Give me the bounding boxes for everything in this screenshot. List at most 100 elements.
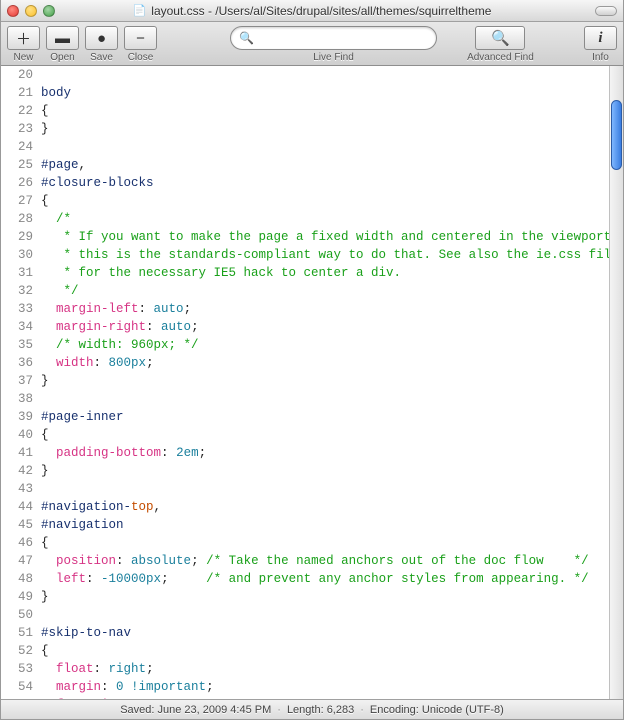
tb-group-open: ▬ Open	[46, 26, 79, 63]
tb-group-advfind: 🔍 Advanced Find	[467, 26, 534, 63]
zoom-window-button[interactable]	[43, 5, 55, 17]
code-line[interactable]: {	[41, 102, 609, 120]
new-button[interactable]: ＋	[7, 26, 40, 50]
save-label: Save	[90, 52, 113, 63]
close-window-button[interactable]	[7, 5, 19, 17]
line-number: 22	[1, 102, 33, 120]
status-sep: ·	[360, 704, 364, 716]
code-line[interactable]: #page,	[41, 156, 609, 174]
titlebar[interactable]: 📄 layout.css - /Users/al/Sites/drupal/si…	[1, 0, 623, 22]
status-bar: Saved: June 23, 2009 4:45 PM · Length: 6…	[1, 699, 623, 719]
line-number: 39	[1, 408, 33, 426]
minimize-window-button[interactable]	[25, 5, 37, 17]
line-number: 50	[1, 606, 33, 624]
code-line[interactable]: body	[41, 84, 609, 102]
plus-icon: ＋	[16, 28, 31, 49]
code-line[interactable]: }	[41, 120, 609, 138]
info-button[interactable]: i	[584, 26, 617, 50]
magnifier-icon: 🔍	[491, 29, 510, 47]
line-number: 41	[1, 444, 33, 462]
code-line[interactable]: * for the necessary IE5 hack to center a…	[41, 264, 609, 282]
code-line[interactable]: }	[41, 462, 609, 480]
code-line[interactable]: {	[41, 426, 609, 444]
code-line[interactable]: #navigation-top,	[41, 498, 609, 516]
minus-icon: −	[136, 30, 145, 47]
title-wrap: 📄 layout.css - /Users/al/Sites/drupal/si…	[1, 4, 623, 18]
code-line[interactable]: width: 800px;	[41, 354, 609, 372]
code-area[interactable]: body{}#page,#closure-blocks{ /* * If you…	[41, 66, 609, 699]
code-line[interactable]: }	[41, 372, 609, 390]
line-number: 48	[1, 570, 33, 588]
line-number: 32	[1, 282, 33, 300]
code-line[interactable]: /* width: 960px; */	[41, 336, 609, 354]
line-number: 55	[1, 696, 33, 699]
open-button[interactable]: ▬	[46, 26, 79, 50]
save-button[interactable]: ●	[85, 26, 118, 50]
line-number: 43	[1, 480, 33, 498]
editor-window: 📄 layout.css - /Users/al/Sites/drupal/si…	[0, 0, 624, 720]
line-number: 52	[1, 642, 33, 660]
line-number: 54	[1, 678, 33, 696]
code-line[interactable]: #page-inner	[41, 408, 609, 426]
line-number: 31	[1, 264, 33, 282]
code-line[interactable]: margin: 0 !important;	[41, 678, 609, 696]
status-encoding: Encoding: Unicode (UTF-8)	[370, 704, 504, 716]
code-line[interactable]	[41, 138, 609, 156]
line-number: 20	[1, 66, 33, 84]
line-number: 23	[1, 120, 33, 138]
line-number: 38	[1, 390, 33, 408]
code-line[interactable]: margin-right: auto;	[41, 318, 609, 336]
code-line[interactable]: */	[41, 282, 609, 300]
scroll-thumb[interactable]	[611, 100, 622, 170]
code-line[interactable]	[41, 390, 609, 408]
info-label: Info	[592, 52, 609, 63]
code-line[interactable]: {	[41, 642, 609, 660]
code-line[interactable]: }	[41, 588, 609, 606]
advanced-find-label: Advanced Find	[467, 52, 534, 63]
line-number: 53	[1, 660, 33, 678]
live-find-input[interactable]	[258, 31, 428, 45]
code-line[interactable]	[41, 480, 609, 498]
line-number: 45	[1, 516, 33, 534]
line-number: 21	[1, 84, 33, 102]
line-number: 29	[1, 228, 33, 246]
line-number: 36	[1, 354, 33, 372]
window-title: layout.css - /Users/al/Sites/drupal/site…	[151, 4, 491, 18]
info-icon: i	[598, 30, 602, 47]
code-line[interactable]: position: absolute; /* Take the named an…	[41, 552, 609, 570]
code-line[interactable]: #navigation	[41, 516, 609, 534]
code-line[interactable]: * this is the standards-compliant way to…	[41, 246, 609, 264]
code-line[interactable]: font-size: 0.8em;	[41, 696, 609, 699]
advanced-find-button[interactable]: 🔍	[475, 26, 525, 50]
code-line[interactable]: {	[41, 534, 609, 552]
line-number: 26	[1, 174, 33, 192]
code-line[interactable]: {	[41, 192, 609, 210]
line-number: 35	[1, 336, 33, 354]
code-line[interactable]: float: right;	[41, 660, 609, 678]
code-line[interactable]	[41, 606, 609, 624]
code-line[interactable]: padding-bottom: 2em;	[41, 444, 609, 462]
line-number: 37	[1, 372, 33, 390]
line-number: 24	[1, 138, 33, 156]
line-number: 28	[1, 210, 33, 228]
line-number: 47	[1, 552, 33, 570]
line-number: 25	[1, 156, 33, 174]
code-line[interactable]: /*	[41, 210, 609, 228]
code-line[interactable]: margin-left: auto;	[41, 300, 609, 318]
toolbar-pill-button[interactable]	[595, 6, 617, 16]
vertical-scrollbar[interactable]	[609, 66, 623, 699]
live-find-field[interactable]: 🔍	[230, 26, 437, 50]
line-number-gutter: 2021222324252627282930313233343536373839…	[1, 66, 41, 699]
code-line[interactable]: #skip-to-nav	[41, 624, 609, 642]
code-line[interactable]	[41, 66, 609, 84]
editor-area: 2021222324252627282930313233343536373839…	[1, 66, 623, 699]
traffic-lights	[7, 5, 55, 17]
close-button[interactable]: −	[124, 26, 157, 50]
line-number: 49	[1, 588, 33, 606]
code-line[interactable]: left: -10000px; /* and prevent any ancho…	[41, 570, 609, 588]
line-number: 30	[1, 246, 33, 264]
code-line[interactable]: * If you want to make the page a fixed w…	[41, 228, 609, 246]
code-line[interactable]: #closure-blocks	[41, 174, 609, 192]
line-number: 46	[1, 534, 33, 552]
status-saved: Saved: June 23, 2009 4:45 PM	[120, 704, 271, 716]
